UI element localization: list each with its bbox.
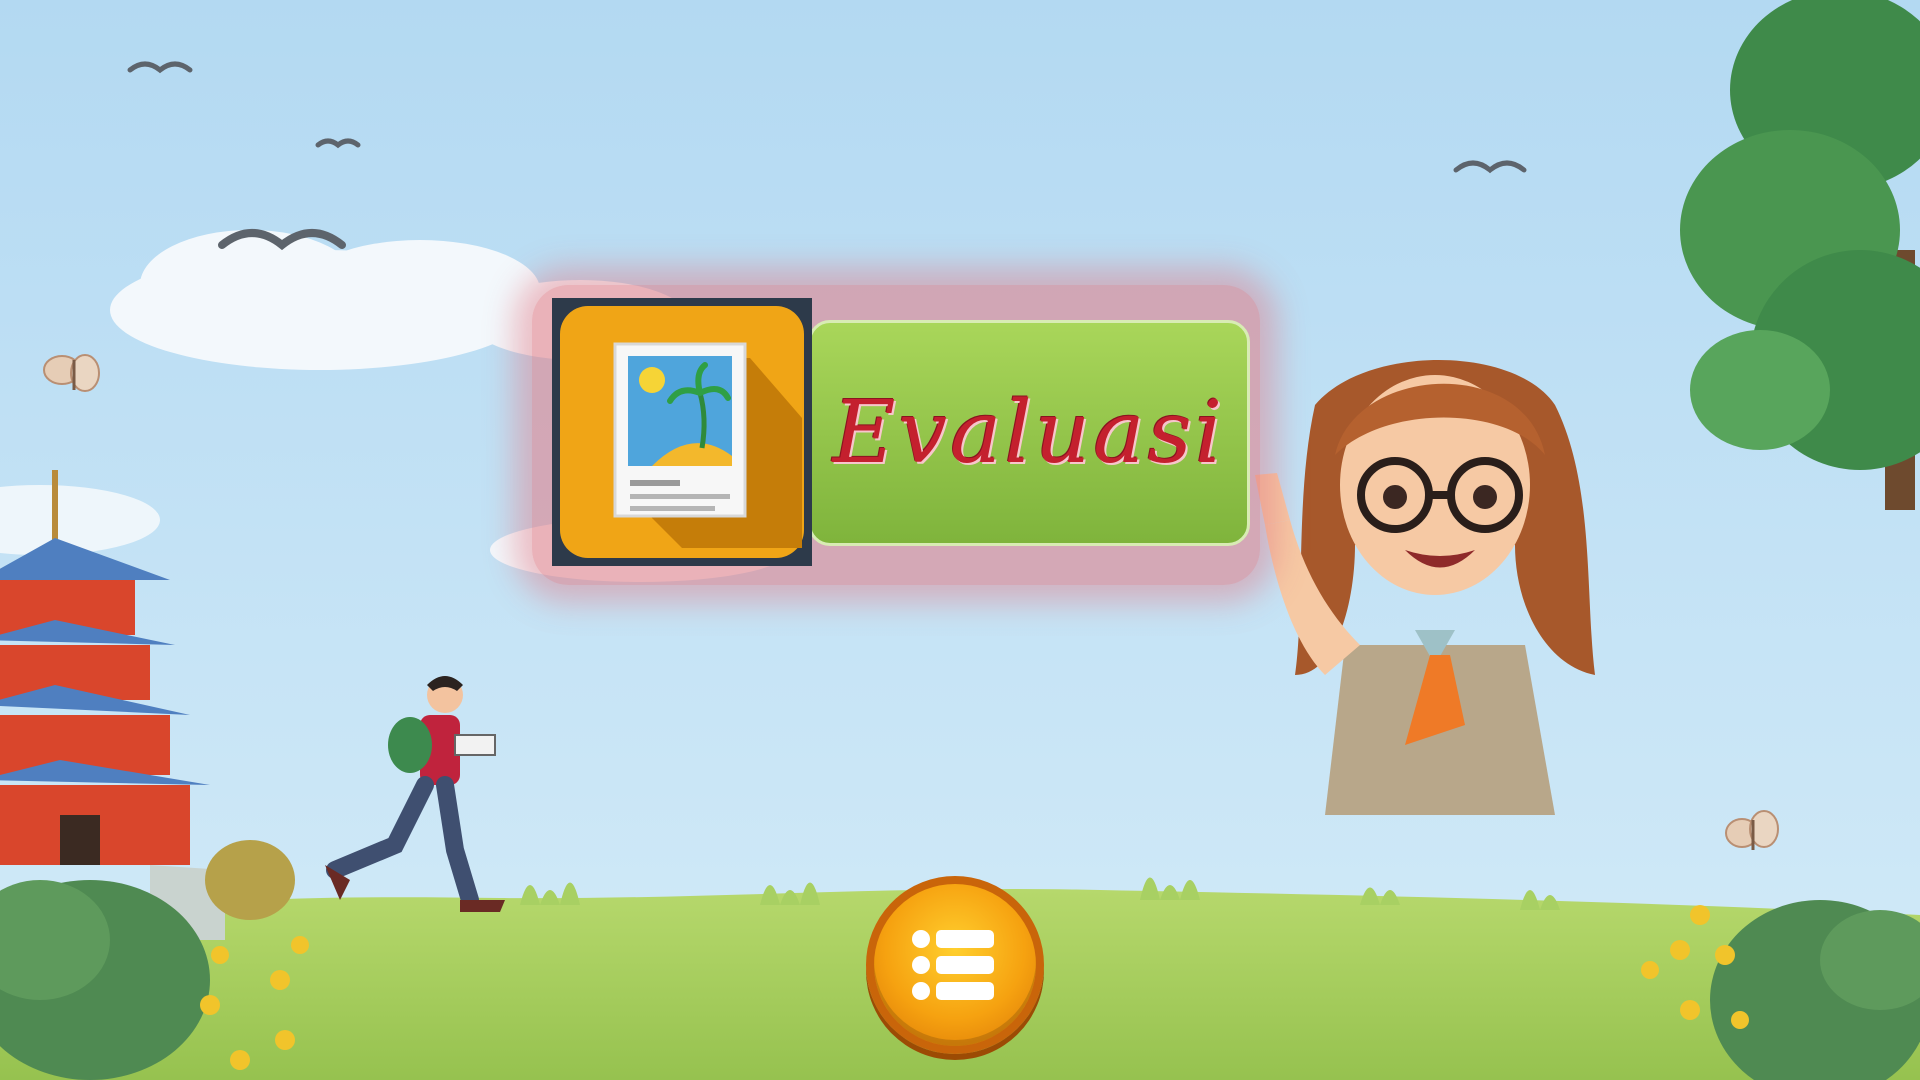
evaluasi-label-text: Evaluasi xyxy=(832,383,1226,483)
image-gallery-icon-graphic xyxy=(560,306,804,558)
image-gallery-icon[interactable] xyxy=(552,298,812,566)
menu-button[interactable] xyxy=(866,876,1044,1054)
butterfly-right-icon xyxy=(1725,810,1779,850)
right-bushes xyxy=(1641,900,1920,1080)
list-menu-icon xyxy=(912,930,994,1000)
tree-illustration xyxy=(1680,0,1920,510)
teacher-character-illustration xyxy=(1255,360,1595,815)
game-scene: Evaluasi xyxy=(0,0,1920,1080)
evaluasi-label-panel[interactable]: Evaluasi xyxy=(808,320,1250,546)
butterfly-left-icon xyxy=(43,354,100,392)
student-walking-illustration xyxy=(325,676,505,912)
left-bushes xyxy=(0,840,309,1080)
